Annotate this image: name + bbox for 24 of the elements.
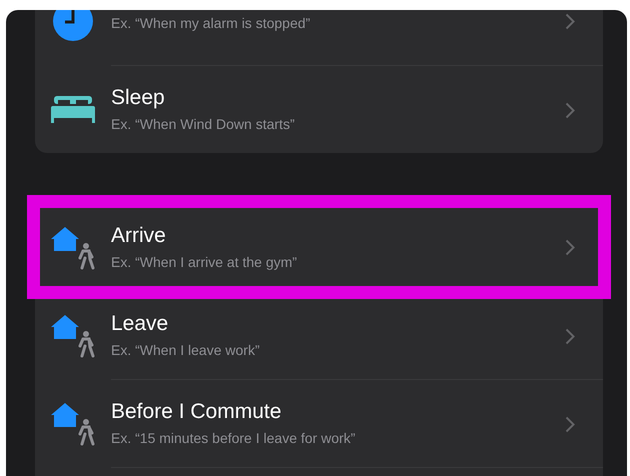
row-title: Leave [111,311,170,337]
list-row[interactable]: Leave Ex. “When I leave work” [35,291,603,379]
row-title: Before I Commute [111,399,282,425]
list-row[interactable]: Ex. “When my alarm is stopped” [35,10,603,65]
list-row[interactable]: Arrive Ex. “When I arrive at the gym” [35,203,603,291]
row-subtitle: Ex. “When I arrive at the gym” [111,252,298,272]
row-subtitle: Ex. “15 minutes before I leave for work” [111,429,356,448]
list-row[interactable]: Sleep Ex. “When Wind Down starts” [35,65,603,153]
row-subtitle: Ex. “When my alarm is stopped” [111,14,312,32]
row-title: Arrive [111,222,167,248]
row-subtitle: Ex. “When I leave work” [111,341,261,360]
row-subtitle: Ex. “When Wind Down starts” [111,115,296,134]
chevron-icon [565,416,575,432]
list-row[interactable]: Before I Commute Ex. “15 minutes before I leave for work” [35,379,603,467]
house-person-icon [50,312,96,358]
bed-icon [50,94,96,124]
house-person-icon [50,400,96,446]
house-person-icon [50,224,96,270]
chevron-icon [565,328,575,344]
chevron-icon [565,102,575,118]
clock-icon [51,10,95,43]
chevron-icon [565,13,575,30]
chevron-icon [565,239,575,256]
row-title: Sleep [111,85,166,111]
